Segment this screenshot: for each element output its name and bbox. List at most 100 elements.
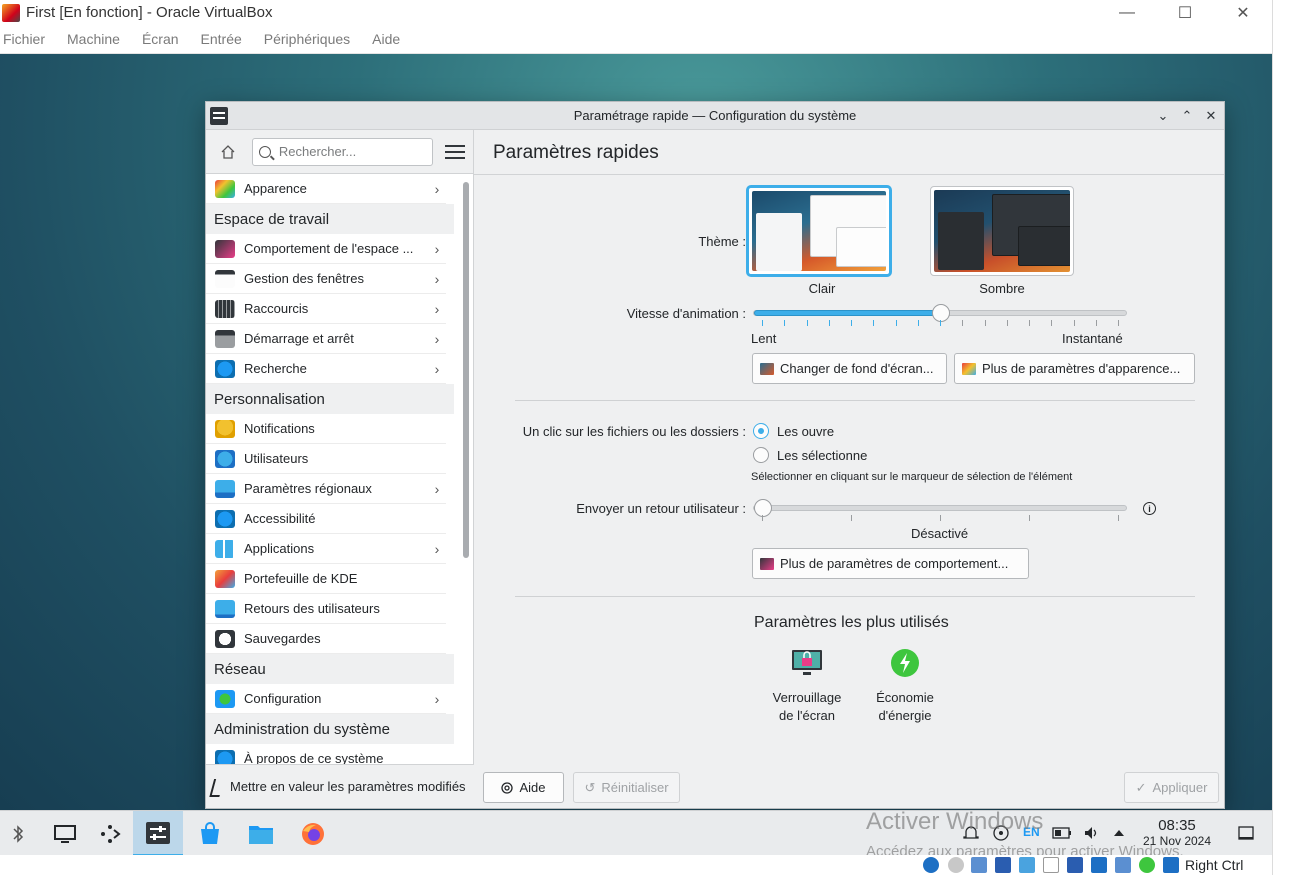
- most-used-title: Paramètres les plus utilisés: [754, 614, 949, 631]
- taskbar-discover[interactable]: [185, 811, 235, 856]
- most-used-energy-saving[interactable]: Économie d'énergie: [860, 648, 950, 725]
- windows-activation-watermark-title: Activer Windows: [866, 808, 1044, 835]
- menu-entree[interactable]: Entrée: [197, 31, 246, 47]
- pencil-icon: [209, 778, 225, 795]
- feedback-icon: [215, 599, 235, 618]
- help-button[interactable]: Aide: [483, 772, 564, 803]
- audio-status-icon[interactable]: [971, 857, 987, 873]
- sidebar-item[interactable]: Apparence ›: [206, 174, 446, 204]
- feedback-slider[interactable]: [753, 499, 1127, 517]
- animation-speed-slider[interactable]: [753, 304, 1127, 322]
- sidebar-item[interactable]: Comportement de l'espace ... ›: [206, 234, 446, 264]
- slider-tick: [762, 515, 763, 521]
- sidebar-item[interactable]: Notifications: [206, 414, 446, 444]
- taskbar-show-desktop[interactable]: [40, 811, 90, 856]
- sidebar-item[interactable]: Raccourcis ›: [206, 294, 446, 324]
- search-icon: [215, 359, 235, 378]
- animation-speed-fill: [754, 310, 941, 316]
- guest-additions-status-icon[interactable]: [1139, 857, 1155, 873]
- sidebar-item[interactable]: Démarrage et arrêt ›: [206, 324, 446, 354]
- sidebar-item[interactable]: Sauvegardes: [206, 624, 446, 654]
- hamburger-menu-button[interactable]: [445, 144, 465, 159]
- sidebar-item[interactable]: Recherche ›: [206, 354, 446, 384]
- display-status-icon[interactable]: [1067, 857, 1083, 873]
- reset-icon: ↺: [584, 779, 596, 795]
- taskbar-firefox[interactable]: [288, 811, 338, 856]
- activities-icon: [101, 824, 121, 843]
- mouse-integration-icon[interactable]: [1163, 857, 1179, 873]
- slider-tick: [784, 320, 786, 326]
- tray-expand[interactable]: [1112, 825, 1130, 841]
- more-behavior-button[interactable]: Plus de paramètres de comportement...: [752, 548, 1029, 579]
- screen-lock-label-2: de l'écran: [779, 708, 835, 723]
- taskbar-system-settings[interactable]: [133, 811, 183, 856]
- help-icon: [501, 781, 514, 794]
- menu-fichier[interactable]: Fichier: [0, 31, 49, 47]
- window-close-button[interactable]: ✕: [1202, 107, 1220, 125]
- menu-ecran[interactable]: Écran: [138, 31, 183, 47]
- vtx-status-icon[interactable]: [1115, 857, 1131, 873]
- click-open-radio[interactable]: [753, 423, 769, 439]
- sidebar-item[interactable]: Configuration ›: [206, 684, 446, 714]
- sidebar-search-field[interactable]: [251, 137, 434, 166]
- host-statusbar: Right Ctrl: [0, 855, 1272, 875]
- most-used-screen-lock[interactable]: Verrouillage de l'écran: [762, 648, 852, 725]
- settings-window: Paramétrage rapide — Configuration du sy…: [205, 101, 1225, 809]
- click-behavior-label: Un clic sur les fichiers ou les dossiers…: [522, 424, 746, 439]
- slider-tick: [828, 320, 830, 326]
- backup-icon: [215, 629, 235, 648]
- taskbar-bluetooth[interactable]: [0, 811, 36, 856]
- highlight-changed-label: Mettre en valeur les paramètres modifiés: [230, 779, 466, 794]
- feedback-slider-handle[interactable]: [754, 499, 772, 517]
- reset-button[interactable]: ↺ Réinitialiser: [573, 772, 680, 803]
- window-maximize-button[interactable]: ⌃: [1178, 107, 1196, 125]
- tray-battery[interactable]: [1052, 825, 1071, 841]
- sidebar-item[interactable]: Retours des utilisateurs: [206, 594, 446, 624]
- taskbar-file-manager[interactable]: [236, 811, 286, 856]
- usb-status-icon[interactable]: [1019, 857, 1035, 873]
- slider-tick: [806, 320, 808, 326]
- host-maximize-button[interactable]: ☐: [1156, 0, 1214, 25]
- sidebar-scrollbar[interactable]: [463, 182, 469, 558]
- home-button[interactable]: [216, 140, 240, 164]
- peek-desktop-button[interactable]: [1237, 825, 1255, 841]
- host-close-button[interactable]: ✕: [1214, 0, 1272, 25]
- sidebar-item[interactable]: Gestion des fenêtres ›: [206, 264, 446, 294]
- settings-window-title: Paramétrage rapide — Configuration du sy…: [573, 108, 857, 123]
- menu-peripheriques[interactable]: Périphériques: [260, 31, 354, 47]
- highlight-changed-settings-toggle[interactable]: Mettre en valeur les paramètres modifiés: [206, 764, 474, 808]
- more-appearance-button[interactable]: Plus de paramètres d'apparence...: [954, 353, 1195, 384]
- sidebar-item[interactable]: Paramètres régionaux ›: [206, 474, 446, 504]
- apply-button[interactable]: ✓ Appliquer: [1124, 772, 1219, 803]
- recording-status-icon[interactable]: [1091, 857, 1107, 873]
- sidebar-item[interactable]: Applications ›: [206, 534, 446, 564]
- tray-volume[interactable]: [1083, 825, 1101, 841]
- sidebar-item[interactable]: Utilisateurs: [206, 444, 446, 474]
- menu-aide[interactable]: Aide: [368, 31, 404, 47]
- sidebar-section-header: Réseau: [206, 654, 454, 684]
- shared-folders-status-icon[interactable]: [1043, 857, 1059, 873]
- window-minimize-button[interactable]: ⌄: [1154, 107, 1172, 125]
- menu-machine[interactable]: Machine: [63, 31, 124, 47]
- info-icon[interactable]: i: [1143, 502, 1156, 515]
- hard-disk-status-icon[interactable]: [923, 857, 939, 873]
- taskbar-activities[interactable]: [85, 811, 135, 856]
- click-select-radio[interactable]: [753, 447, 769, 463]
- theme-card-light[interactable]: [747, 186, 891, 276]
- theme-card-dark[interactable]: [930, 186, 1074, 276]
- host-window-title: First [En fonction] - Oracle VirtualBox: [26, 4, 273, 21]
- feedback-state-label: Désactivé: [911, 526, 969, 541]
- change-wallpaper-button[interactable]: Changer de fond d'écran...: [752, 353, 947, 384]
- sidebar-item[interactable]: À propos de ce système: [206, 744, 446, 764]
- slider-tick: [1006, 320, 1008, 326]
- sidebar-search-input[interactable]: [278, 144, 429, 159]
- host-minimize-button[interactable]: —: [1098, 0, 1156, 25]
- energy-saving-icon: [891, 649, 919, 677]
- sidebar-item-label: À propos de ce système: [244, 751, 384, 764]
- animation-speed-handle[interactable]: [932, 304, 950, 322]
- optical-drive-status-icon[interactable]: [948, 857, 964, 873]
- sidebar-item[interactable]: Portefeuille de KDE: [206, 564, 446, 594]
- network-status-icon[interactable]: [995, 857, 1011, 873]
- sidebar-item[interactable]: Accessibilité: [206, 504, 446, 534]
- chevron-right-icon: ›: [434, 180, 440, 197]
